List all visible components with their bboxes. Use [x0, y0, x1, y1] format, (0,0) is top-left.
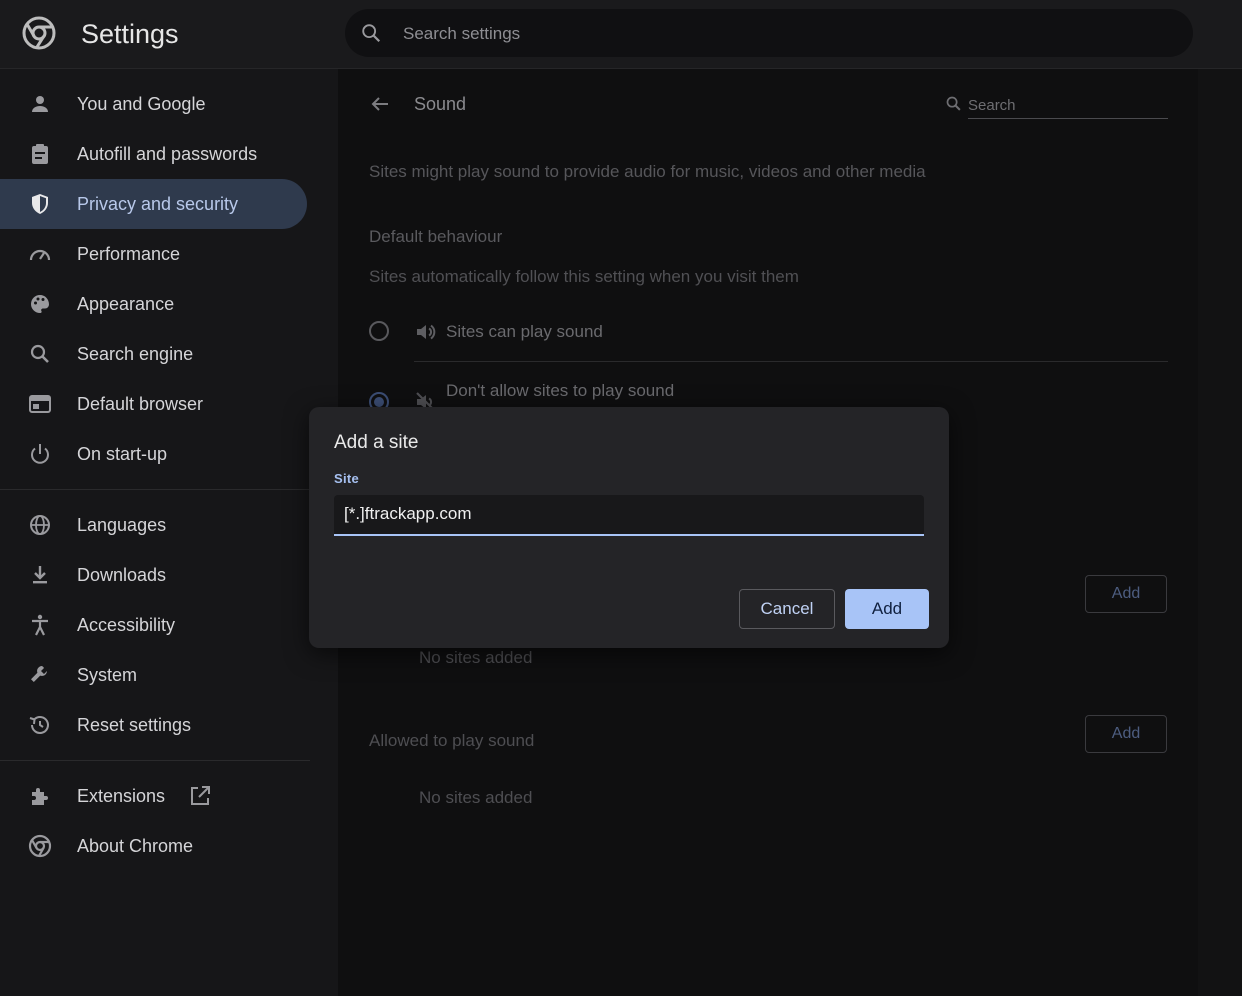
browser-window-icon	[29, 395, 51, 413]
search-icon	[30, 344, 49, 363]
clipboard-icon	[32, 144, 48, 164]
sidebar-item-about-chrome[interactable]: About Chrome	[0, 821, 307, 871]
history-icon	[29, 716, 49, 734]
sidebar-item-autofill[interactable]: Autofill and passwords	[0, 129, 307, 179]
sidebar-item-extensions[interactable]: Extensions	[0, 771, 307, 821]
sidebar-item-privacy-and-security[interactable]: Privacy and security	[0, 179, 307, 229]
site-field-label: Site	[334, 471, 360, 486]
arrow-back-icon[interactable]	[368, 92, 392, 116]
sidebar-item-downloads[interactable]: Downloads	[0, 550, 307, 600]
search-icon	[946, 96, 961, 111]
sidebar-item-accessibility[interactable]: Accessibility	[0, 600, 307, 650]
sidebar-item-label: About Chrome	[77, 836, 194, 856]
wrench-icon	[31, 666, 47, 682]
sidebar-item-label: Accessibility	[77, 615, 176, 635]
sidebar-item-label: Privacy and security	[77, 194, 239, 214]
allowed-empty-text: No sites added	[419, 788, 533, 807]
sound-search-input[interactable]	[968, 92, 1168, 119]
search-icon	[362, 24, 381, 43]
section-subtext: Sites automatically follow this setting …	[369, 267, 799, 286]
settings-search-input[interactable]	[401, 18, 1165, 50]
section-heading-default-behaviour: Default behaviour	[369, 227, 503, 246]
chrome-logo-icon	[28, 834, 52, 858]
site-input[interactable]	[344, 501, 914, 527]
accessibility-icon	[32, 614, 48, 636]
blocked-empty-text: No sites added	[419, 648, 533, 667]
dialog-title: Add a site	[334, 432, 419, 453]
chrome-logo-icon	[22, 16, 56, 50]
sidebar-item-on-start-up[interactable]: On start-up	[0, 429, 307, 479]
sidebar-item-label: Reset settings	[77, 715, 192, 735]
palette-icon	[30, 295, 49, 313]
app-title: Settings	[81, 19, 179, 49]
external-link-icon	[191, 786, 210, 805]
sidebar: You and Google Autofill and passwords Pr…	[0, 69, 338, 996]
sidebar-item-performance[interactable]: Performance	[0, 229, 307, 279]
cancel-button[interactable]: Cancel	[739, 589, 835, 629]
sidebar-item-label: Search engine	[77, 344, 194, 364]
person-icon	[32, 96, 48, 112]
shield-icon	[32, 194, 48, 214]
puzzle-icon	[32, 788, 48, 805]
page-margin	[1198, 69, 1242, 996]
sidebar-divider	[0, 489, 310, 490]
sidebar-item-you-and-google[interactable]: You and Google	[0, 79, 307, 129]
volume-up-icon	[417, 324, 436, 340]
globe-icon	[30, 515, 50, 535]
add-allowed-site-button[interactable]: Add	[1085, 715, 1167, 753]
site-field	[334, 495, 924, 536]
sidebar-item-languages[interactable]: Languages	[0, 500, 307, 550]
option-divider	[414, 361, 1168, 362]
section-heading-allowed: Allowed to play sound	[369, 731, 535, 750]
sidebar-item-label: Appearance	[77, 294, 175, 314]
sidebar-item-label: On start-up	[77, 444, 168, 464]
sidebar-item-system[interactable]: System	[0, 650, 307, 700]
sidebar-item-label: Downloads	[77, 565, 167, 585]
add-button[interactable]: Add	[845, 589, 929, 629]
option-label: Don't allow sites to play sound	[446, 381, 675, 400]
sidebar-item-label: System	[77, 665, 138, 685]
sidebar-item-label: You and Google	[77, 94, 206, 114]
power-icon	[31, 444, 49, 464]
page-description: Sites might play sound to provide audio …	[369, 162, 926, 181]
sidebar-item-appearance[interactable]: Appearance	[0, 279, 307, 329]
sidebar-item-default-browser[interactable]: Default browser	[0, 379, 307, 429]
sidebar-item-label: Default browser	[77, 394, 204, 414]
speedometer-icon	[29, 249, 51, 261]
option-label: Sites can play sound	[446, 322, 603, 341]
sidebar-item-search-engine[interactable]: Search engine	[0, 329, 307, 379]
sidebar-item-label: Autofill and passwords	[77, 144, 258, 164]
sidebar-item-reset-settings[interactable]: Reset settings	[0, 700, 307, 750]
download-icon	[33, 566, 47, 584]
sidebar-item-label: Performance	[77, 244, 181, 264]
radio-sites-can-play-sound[interactable]	[369, 321, 389, 341]
page-title: Sound	[414, 94, 467, 114]
sidebar-item-label: Languages	[77, 515, 167, 535]
add-blocked-site-button[interactable]: Add	[1085, 575, 1167, 613]
sidebar-divider	[0, 760, 310, 761]
sidebar-item-label: Extensions	[77, 786, 166, 806]
